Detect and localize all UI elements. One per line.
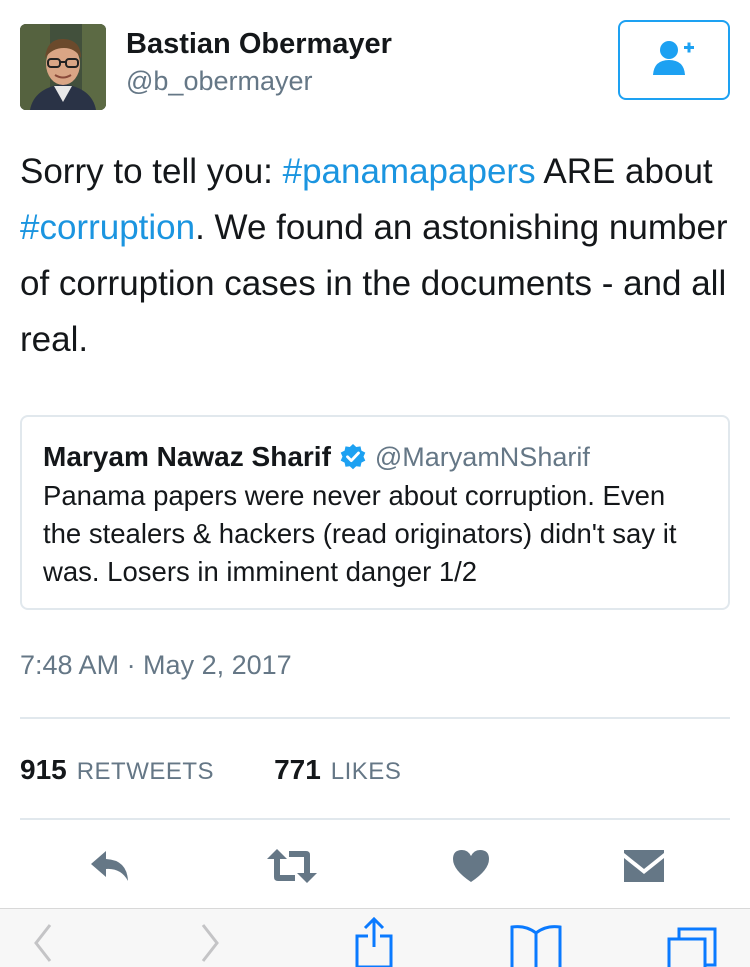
quoted-tweet-header: Maryam Nawaz Sharif @MaryamNSharif (43, 439, 708, 475)
tabs-icon (665, 927, 719, 967)
add-user-icon (652, 39, 696, 82)
retweets-count: 915 (20, 754, 67, 785)
share-button[interactable] (352, 916, 396, 967)
retweets-label: RETWEETS (76, 758, 215, 785)
heart-icon (451, 848, 491, 889)
tweet-timestamp[interactable]: 7:48 AM · May 2, 2017 (20, 650, 292, 681)
retweets-stat[interactable]: 915 RETWEETS (20, 754, 214, 786)
avatar[interactable] (20, 24, 106, 110)
quoted-author-handle: @MaryamNSharif (374, 441, 590, 472)
bookmarks-button[interactable] (508, 923, 564, 967)
chevron-right-icon (200, 923, 220, 967)
hashtag-link[interactable]: #corruption (20, 208, 195, 247)
like-button[interactable] (443, 840, 499, 896)
hashtag-link[interactable]: #panamapapers (283, 152, 536, 191)
retweet-button[interactable] (264, 840, 320, 896)
reply-button[interactable] (82, 840, 138, 896)
divider (20, 818, 730, 820)
retweet-icon (265, 847, 319, 890)
tabs-button[interactable] (664, 927, 720, 967)
tweet-action-bar (0, 840, 750, 896)
envelope-icon (623, 849, 665, 888)
quoted-tweet-card[interactable]: Maryam Nawaz Sharif @MaryamNSharif Panam… (20, 415, 730, 610)
tweet-text: Sorry to tell you: #panamapapers ARE abo… (20, 144, 730, 368)
tweet-text-segment: ARE about (535, 152, 713, 191)
tweet-stats: 915 RETWEETS 771 LIKES (20, 750, 461, 790)
verified-badge-icon (339, 443, 367, 471)
follow-button[interactable] (618, 20, 730, 100)
divider (20, 717, 730, 719)
tweet-header: Bastian Obermayer @b_obermayer (20, 20, 730, 112)
author-handle[interactable]: @b_obermayer (126, 66, 313, 97)
likes-count: 771 (274, 754, 321, 785)
reply-icon (88, 848, 132, 889)
direct-message-button[interactable] (616, 840, 672, 896)
author-name[interactable]: Bastian Obermayer (126, 28, 392, 61)
quoted-author-name: Maryam Nawaz Sharif (43, 441, 331, 472)
book-icon (509, 923, 563, 967)
back-button[interactable] (28, 923, 58, 967)
likes-stat[interactable]: 771 LIKES (274, 754, 401, 786)
chevron-left-icon (33, 923, 53, 967)
share-icon (354, 916, 394, 967)
browser-toolbar (0, 908, 750, 967)
tweet-text-segment: Sorry to tell you: (20, 152, 283, 191)
likes-label: LIKES (330, 758, 402, 785)
forward-button[interactable] (195, 923, 225, 967)
quoted-tweet-text: Panama papers were never about corruptio… (43, 480, 677, 587)
